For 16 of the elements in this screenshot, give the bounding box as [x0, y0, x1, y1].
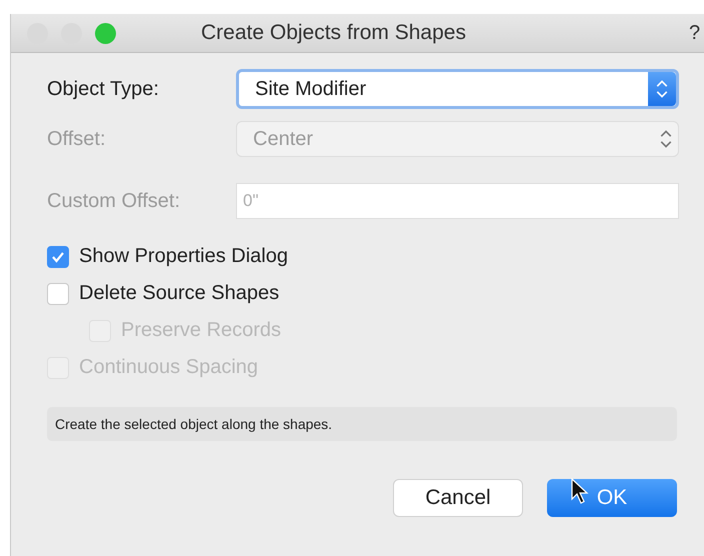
help-button[interactable]: ? [689, 22, 700, 45]
field-label: Object Type: [47, 78, 160, 100]
checkbox-label[interactable]: Show Properties Dialog [47, 245, 288, 268]
cursor-icon [571, 478, 589, 504]
stepper-icon [648, 72, 676, 106]
hint-text: Create the selected object along the shapes. [47, 407, 677, 441]
checkbox-label[interactable]: Delete Source Shapes [47, 282, 280, 305]
checkbox[interactable] [47, 246, 69, 268]
check-icon [51, 250, 65, 262]
field-label: Offset: [47, 128, 107, 150]
checkbox[interactable] [47, 282, 69, 304]
dropdown[interactable]: Site Modifier [236, 69, 679, 109]
cancel-button[interactable]: Cancel [393, 479, 523, 517]
field-label: Custom Offset: [47, 190, 182, 212]
window-title: Create Objects from Shapes [201, 21, 466, 45]
zoom-button[interactable] [95, 22, 116, 44]
